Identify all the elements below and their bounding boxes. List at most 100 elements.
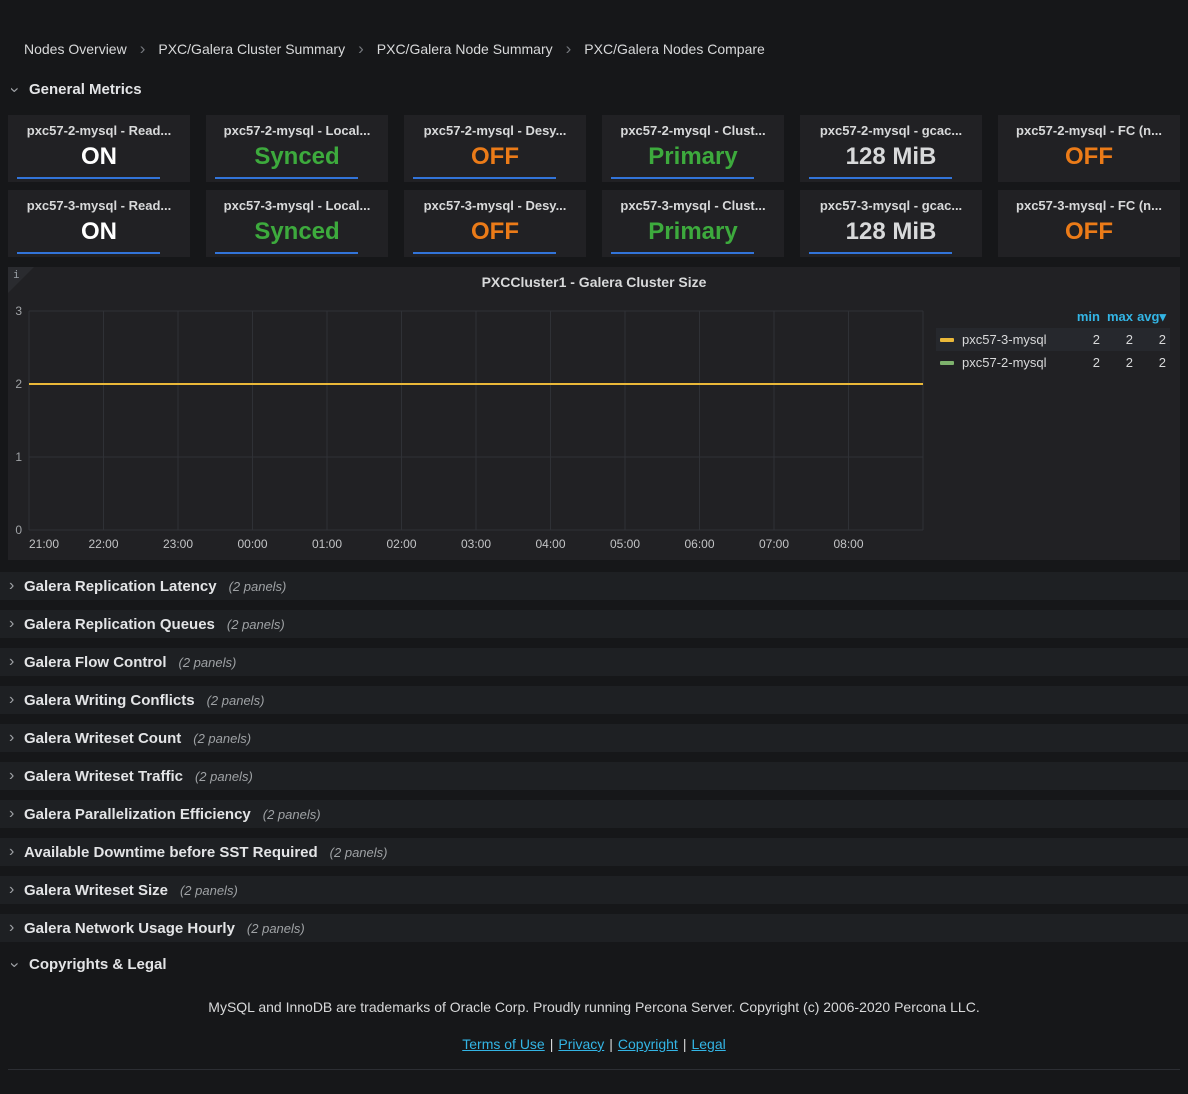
stat-panel-title[interactable]: pxc57-2-mysql - gcac... <box>800 123 982 138</box>
chevron-right-icon: › <box>9 769 24 783</box>
chevron-right-icon: › <box>9 921 24 935</box>
collapsed-section-row[interactable]: › Galera Network Usage Hourly (2 panels) <box>0 914 1188 942</box>
collapsed-rows-list: › Galera Replication Latency (2 panels) … <box>0 572 1188 952</box>
collapsed-section-row[interactable]: › Galera Writeset Traffic (2 panels) <box>0 762 1188 790</box>
bottom-divider <box>8 1069 1180 1070</box>
section-row-panel-count: (2 panels) <box>180 883 238 898</box>
svg-text:0: 0 <box>15 523 22 537</box>
section-row-title: Galera Replication Latency <box>24 578 217 595</box>
breadcrumb-item[interactable]: PXC/Galera Cluster Summary <box>158 41 345 57</box>
footer-link-legal[interactable]: Legal <box>691 1036 725 1052</box>
stat-panel-value: Primary <box>602 143 784 171</box>
collapsed-section-row[interactable]: › Galera Writing Conflicts (2 panels) <box>0 686 1188 714</box>
section-header-general-metrics[interactable]: › General Metrics <box>9 81 142 98</box>
legend-item[interactable]: pxc57-2-mysql 2 2 2 <box>936 351 1170 374</box>
series-min: 2 <box>1067 332 1100 347</box>
legend-sort-avg[interactable]: avg▾ <box>1133 309 1166 325</box>
legend-sort-max[interactable]: max <box>1100 309 1133 325</box>
legend-item[interactable]: pxc57-3-mysql 2 2 2 <box>936 328 1170 351</box>
stat-panel-title[interactable]: pxc57-3-mysql - gcac... <box>800 198 982 213</box>
stat-panel-value: Primary <box>602 218 784 246</box>
stat-panel: pxc57-2-mysql - Read... ON <box>8 115 190 182</box>
chart-plot-area[interactable]: 012321:0022:0023:0000:0001:0002:0003:000… <box>8 291 948 557</box>
legend-header: minmaxavg▾ <box>936 307 1170 328</box>
stat-sparkline <box>809 177 952 179</box>
footer-link-copyright[interactable]: Copyright <box>618 1036 678 1052</box>
breadcrumb-item[interactable]: PXC/Galera Node Summary <box>377 41 553 57</box>
stat-panel-title[interactable]: pxc57-2-mysql - Desy... <box>404 123 586 138</box>
stat-panel-title[interactable]: pxc57-3-mysql - Read... <box>8 198 190 213</box>
stat-panel: pxc57-3-mysql - Desy... OFF <box>404 190 586 257</box>
chevron-right-icon: › <box>9 655 24 669</box>
stat-panel-title[interactable]: pxc57-3-mysql - Clust... <box>602 198 784 213</box>
stat-panel: pxc57-3-mysql - Local... Synced <box>206 190 388 257</box>
stat-sparkline <box>215 177 358 179</box>
series-color-swatch <box>940 361 954 365</box>
stat-panel-title[interactable]: pxc57-3-mysql - Desy... <box>404 198 586 213</box>
collapsed-section-row[interactable]: › Galera Parallelization Efficiency (2 p… <box>0 800 1188 828</box>
stat-panel-title[interactable]: pxc57-2-mysql - Clust... <box>602 123 784 138</box>
stat-panel: pxc57-2-mysql - FC (n... OFF <box>998 115 1180 182</box>
section-row-title: Galera Writing Conflicts <box>24 692 195 709</box>
section-row-title: Galera Writeset Traffic <box>24 768 183 785</box>
stat-panel-title[interactable]: pxc57-3-mysql - FC (n... <box>998 198 1180 213</box>
svg-text:07:00: 07:00 <box>759 537 789 551</box>
section-row-panel-count: (2 panels) <box>247 921 305 936</box>
collapsed-section-row[interactable]: › Available Downtime before SST Required… <box>0 838 1188 866</box>
svg-text:22:00: 22:00 <box>88 537 118 551</box>
chevron-right-icon: › <box>9 845 24 859</box>
svg-text:3: 3 <box>15 304 22 318</box>
section-row-title: Galera Writeset Size <box>24 882 168 899</box>
chevron-right-icon: › <box>9 807 24 821</box>
stat-panel: pxc57-3-mysql - Read... ON <box>8 190 190 257</box>
breadcrumb: Nodes Overview › PXC/Galera Cluster Summar… <box>24 41 765 57</box>
footer-link-terms-of-use[interactable]: Terms of Use <box>462 1036 544 1052</box>
stat-panel: pxc57-3-mysql - FC (n... OFF <box>998 190 1180 257</box>
chevron-right-icon: › <box>9 579 24 593</box>
stat-panel-value: 128 MiB <box>800 218 982 246</box>
svg-text:05:00: 05:00 <box>610 537 640 551</box>
section-title: Copyrights & Legal <box>29 956 167 973</box>
stat-panel-value: OFF <box>404 218 586 246</box>
stat-panel-value: OFF <box>998 143 1180 171</box>
section-header-copyrights-legal[interactable]: › Copyrights & Legal <box>9 956 167 973</box>
stat-panel-title[interactable]: pxc57-2-mysql - Read... <box>8 123 190 138</box>
link-separator: | <box>550 1036 554 1052</box>
footer-link-privacy[interactable]: Privacy <box>558 1036 604 1052</box>
chart-title[interactable]: PXCCluster1 - Galera Cluster Size <box>8 274 1180 290</box>
stat-panel-title[interactable]: pxc57-3-mysql - Local... <box>206 198 388 213</box>
stat-panel: pxc57-2-mysql - Clust... Primary <box>602 115 784 182</box>
svg-text:01:00: 01:00 <box>312 537 342 551</box>
stat-panel: pxc57-3-mysql - gcac... 128 MiB <box>800 190 982 257</box>
collapsed-section-row[interactable]: › Galera Replication Latency (2 panels) <box>0 572 1188 600</box>
stat-sparkline <box>17 177 160 179</box>
series-avg: 2 <box>1133 355 1166 370</box>
section-row-title: Galera Replication Queues <box>24 616 215 633</box>
breadcrumb-item[interactable]: Nodes Overview <box>24 41 127 57</box>
stat-panel: pxc57-3-mysql - Clust... Primary <box>602 190 784 257</box>
section-row-title: Galera Flow Control <box>24 654 167 671</box>
breadcrumb-item[interactable]: PXC/Galera Nodes Compare <box>584 41 765 57</box>
stat-sparkline <box>611 252 754 254</box>
stat-panel-value: OFF <box>998 218 1180 246</box>
collapsed-section-row[interactable]: › Galera Flow Control (2 panels) <box>0 648 1188 676</box>
stat-panel-value: ON <box>8 143 190 171</box>
chevron-right-icon: › <box>140 42 146 56</box>
stat-panel-title[interactable]: pxc57-2-mysql - FC (n... <box>998 123 1180 138</box>
collapsed-section-row[interactable]: › Galera Writeset Size (2 panels) <box>0 876 1188 904</box>
section-row-panel-count: (2 panels) <box>195 769 253 784</box>
stat-panel: pxc57-2-mysql - Desy... OFF <box>404 115 586 182</box>
stat-panel-title[interactable]: pxc57-2-mysql - Local... <box>206 123 388 138</box>
series-avg: 2 <box>1133 332 1166 347</box>
chart-legend: minmaxavg▾ pxc57-3-mysql 2 2 2 pxc57-2-m… <box>936 307 1170 374</box>
svg-text:04:00: 04:00 <box>535 537 565 551</box>
chevron-right-icon: › <box>358 42 364 56</box>
legal-links: Terms of Use|Privacy|Copyright|Legal <box>0 1036 1188 1052</box>
stat-sparkline <box>413 252 556 254</box>
chevron-right-icon: › <box>9 617 24 631</box>
graph-panel: i PXCCluster1 - Galera Cluster Size 0123… <box>8 267 1180 560</box>
collapsed-section-row[interactable]: › Galera Writeset Count (2 panels) <box>0 724 1188 752</box>
svg-text:23:00: 23:00 <box>163 537 193 551</box>
legend-sort-min[interactable]: min <box>1067 309 1100 325</box>
collapsed-section-row[interactable]: › Galera Replication Queues (2 panels) <box>0 610 1188 638</box>
